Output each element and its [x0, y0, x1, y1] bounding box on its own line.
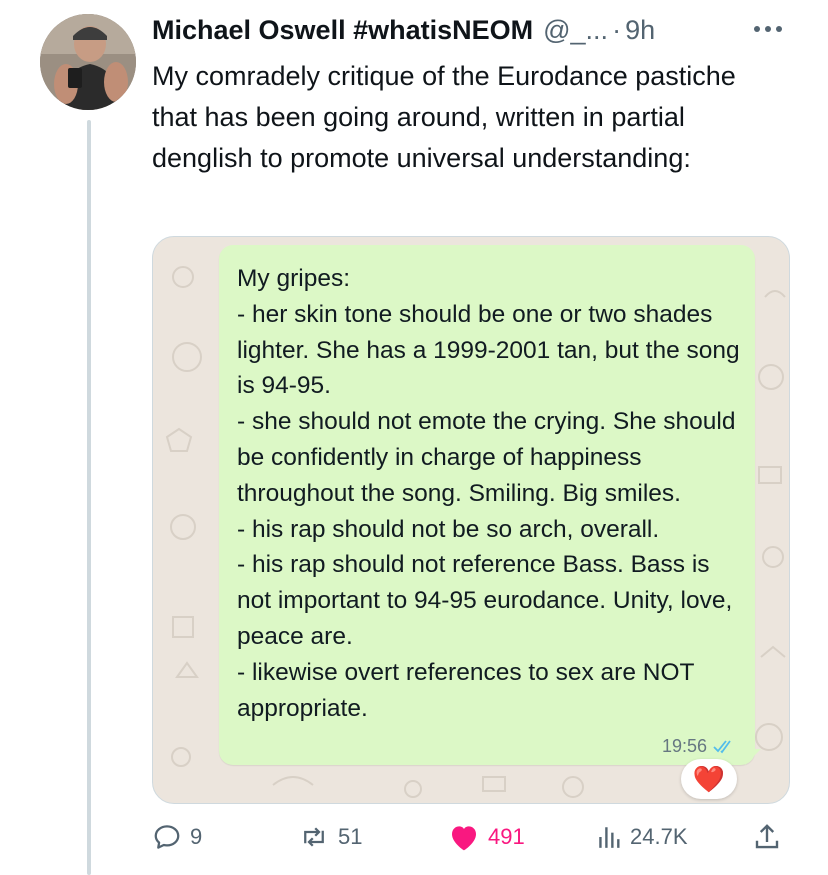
message-text: My gripes: - her skin tone should be one… [237, 265, 740, 722]
retweet-count: 51 [338, 824, 363, 849]
tweet-text: My comradely critique of the Eurodance p… [152, 61, 736, 173]
whatsapp-message-bubble: My gripes: - her skin tone should be one… [219, 245, 755, 765]
author-name[interactable]: Michael Oswell #whatisNEOM [152, 15, 533, 46]
retweet-icon [304, 827, 324, 847]
heart-filled-icon [452, 826, 476, 851]
views-bar-chart-icon [599, 827, 620, 848]
tweet-action-bar: 9 51 491 24.7K [146, 814, 792, 860]
tweet-media-image[interactable]: My gripes: - her skin tone should be one… [152, 236, 790, 804]
author-avatar[interactable] [40, 14, 136, 110]
views-button[interactable]: 24.7K [596, 814, 688, 860]
share-icon [755, 824, 779, 849]
more-horizontal-icon [754, 26, 782, 32]
separator-dot: · [612, 14, 622, 45]
reply-icon [154, 825, 180, 849]
retweet-button[interactable]: 51 [298, 814, 362, 860]
heart-reaction: ❤️ [681, 759, 737, 799]
reply-button[interactable]: 9 [152, 814, 202, 860]
reply-count: 9 [190, 824, 203, 849]
author-handle[interactable]: @_... [543, 15, 608, 46]
like-count: 491 [488, 824, 525, 849]
more-options-button[interactable] [750, 14, 786, 44]
message-meta: 19:56 [662, 736, 735, 757]
bubble-tail [745, 749, 761, 765]
double-check-icon [713, 739, 731, 753]
tweet-header: Michael Oswell #whatisNEOM @_... · 9h [152, 12, 792, 48]
tweet-timestamp[interactable]: 9h [625, 15, 655, 46]
avatar-photo [40, 14, 136, 110]
share-button[interactable] [752, 814, 782, 860]
views-count: 24.7K [630, 824, 688, 849]
heart-reaction-icon: ❤️ [692, 763, 726, 794]
like-button[interactable]: 491 [448, 814, 525, 860]
thread-line [87, 120, 91, 875]
message-time: 19:56 [661, 736, 707, 756]
